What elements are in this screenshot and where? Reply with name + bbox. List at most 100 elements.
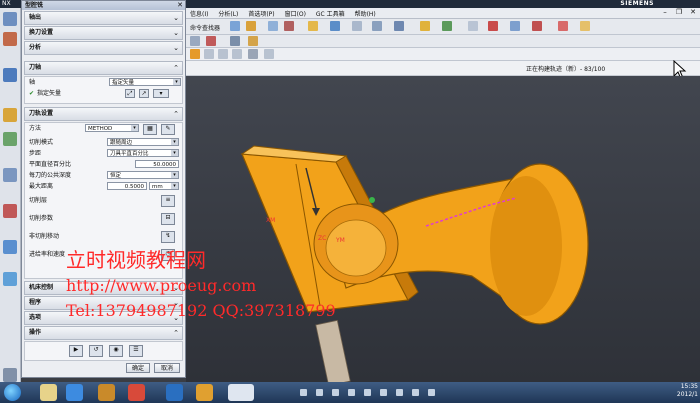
web-icon[interactable] — [3, 204, 17, 218]
restore-icon[interactable]: ❐ — [672, 8, 686, 18]
edit-method-icon[interactable]: ▦ — [143, 124, 157, 135]
tray-icon[interactable] — [412, 389, 419, 396]
flat-percent-input[interactable]: 50.0000 — [135, 160, 179, 168]
section-analysis[interactable]: 分析 ⌄ — [24, 41, 183, 55]
cancel-button[interactable]: 取消 — [154, 363, 180, 373]
command-finder-label[interactable]: 命令查找器 — [190, 23, 220, 32]
tool-icon[interactable] — [394, 21, 404, 31]
tool-icon[interactable] — [190, 36, 200, 46]
cut-mode-select[interactable]: 跟随周边 ▾ — [107, 138, 179, 146]
section-actions[interactable]: 操作 ⌃ — [24, 326, 183, 340]
tool-icon[interactable] — [488, 21, 498, 31]
method-select[interactable]: METHOD ▾ — [85, 124, 139, 132]
ok-button[interactable]: 确定 — [126, 363, 150, 373]
roles-icon[interactable] — [3, 272, 17, 286]
system-icon[interactable] — [3, 368, 17, 382]
tray-icon[interactable] — [348, 389, 355, 396]
tool-icon[interactable] — [206, 36, 216, 46]
tool-icon[interactable] — [372, 21, 382, 31]
cut-mode-label: 切削模式 — [29, 139, 54, 146]
tool-icon[interactable] — [230, 36, 240, 46]
list-icon[interactable]: ☰ — [129, 345, 143, 357]
constraint-icon[interactable] — [3, 68, 17, 82]
cut-mode-value: 跟随周边 — [110, 140, 133, 146]
section-tool-axis[interactable]: 刀轴 ⌃ — [24, 61, 183, 75]
common-depth-select[interactable]: 恒定 ▾ — [107, 171, 179, 179]
cut-params-row[interactable]: 切削参数 ⊟ — [25, 210, 182, 228]
tool-icon[interactable] — [510, 21, 520, 31]
menu-item-gc-toolbox[interactable]: GC 工具箱 — [312, 8, 349, 19]
non-cut-moves-icon[interactable]: ↯ — [161, 231, 175, 243]
common-depth-label: 每刀的公共深度 — [29, 172, 72, 179]
minimize-icon[interactable]: – — [658, 8, 672, 18]
browser-icon[interactable] — [66, 384, 83, 401]
cut-params-icon[interactable]: ⊟ — [161, 213, 175, 225]
close-icon[interactable]: ✕ — [686, 8, 700, 18]
explorer-icon[interactable] — [40, 384, 57, 401]
palette-icon[interactable] — [3, 240, 17, 254]
nx-app-icon[interactable] — [228, 384, 254, 401]
clock[interactable]: 15:35 2012/1 — [677, 383, 698, 399]
section-tool-change[interactable]: 换刀设置 ⌄ — [24, 26, 183, 40]
app-icon[interactable] — [166, 384, 183, 401]
tool-icon[interactable] — [218, 49, 228, 59]
verify-icon[interactable]: ◉ — [109, 345, 123, 357]
assembly-icon[interactable] — [3, 32, 17, 46]
app-icon[interactable] — [196, 384, 213, 401]
reverse-direction-icon[interactable]: ⤢ — [125, 89, 135, 98]
folder-icon[interactable] — [98, 384, 115, 401]
close-icon[interactable]: ✕ — [177, 1, 183, 10]
stepover-select[interactable]: 刀具平直百分比 ▾ — [107, 149, 179, 157]
tray-icon[interactable] — [316, 389, 323, 396]
tool-icon[interactable] — [246, 21, 256, 31]
tool-icon[interactable] — [352, 21, 362, 31]
max-distance-input[interactable]: 0.5000 — [107, 182, 147, 190]
tool-icon[interactable] — [248, 49, 258, 59]
tool-icon[interactable] — [232, 49, 242, 59]
tool-icon[interactable] — [420, 21, 430, 31]
part-icon[interactable] — [3, 108, 17, 122]
cube-icon[interactable] — [330, 21, 340, 31]
library-icon[interactable] — [3, 168, 17, 182]
tool-icon[interactable] — [264, 49, 274, 59]
vector-type-dropdown[interactable]: ▾ — [153, 89, 169, 98]
player-icon[interactable] — [128, 384, 145, 401]
unit-select[interactable]: mm ▾ — [149, 182, 179, 190]
tool-icon[interactable] — [558, 21, 568, 31]
graphics-window[interactable]: XM ZC YM — [186, 76, 700, 387]
cut-layers-icon[interactable]: ≡ — [161, 195, 175, 207]
tool-icon[interactable] — [204, 49, 214, 59]
section-output[interactable]: 轴出 ⌄ — [24, 11, 183, 25]
menu-item-window[interactable]: 窗口(O) — [281, 8, 310, 19]
tray-icon[interactable] — [364, 389, 371, 396]
tool-icon[interactable] — [442, 21, 452, 31]
tool-icon[interactable] — [268, 21, 278, 31]
wrench-icon[interactable]: ✎ — [161, 124, 175, 135]
menu-item-help[interactable]: 帮助(H) — [351, 8, 380, 19]
start-button[interactable] — [4, 384, 21, 401]
cut-layers-row[interactable]: 切削层 ≡ — [25, 192, 182, 210]
tray-icon[interactable] — [428, 389, 435, 396]
tool-icon[interactable] — [230, 21, 240, 31]
tool-icon[interactable] — [580, 21, 590, 31]
navigator-icon[interactable] — [3, 12, 17, 26]
axis-select[interactable]: 指定矢量 ▾ — [109, 78, 181, 86]
menu-item-preferences[interactable]: 首选项(P) — [244, 8, 278, 19]
tool-icon[interactable] — [308, 21, 318, 31]
menu-item-info[interactable]: 信息(I) — [186, 8, 212, 19]
tool-icon[interactable] — [284, 21, 294, 31]
tray-icon[interactable] — [380, 389, 387, 396]
menu-item-analysis[interactable]: 分析(L) — [214, 8, 242, 19]
tool-icon[interactable] — [190, 49, 200, 59]
replay-icon[interactable]: ↺ — [89, 345, 103, 357]
tray-icon[interactable] — [396, 389, 403, 396]
history-icon[interactable] — [3, 132, 17, 146]
tray-icon[interactable] — [300, 389, 307, 396]
generate-icon[interactable]: ▶ — [69, 345, 83, 357]
tool-icon[interactable] — [248, 36, 258, 46]
tray-icon[interactable] — [332, 389, 339, 396]
tool-icon[interactable] — [468, 21, 478, 31]
section-path-settings[interactable]: 刀轨设置 ⌃ — [24, 107, 183, 121]
vector-constructor-icon[interactable]: ↗ — [139, 89, 149, 98]
tool-icon[interactable] — [532, 21, 542, 31]
